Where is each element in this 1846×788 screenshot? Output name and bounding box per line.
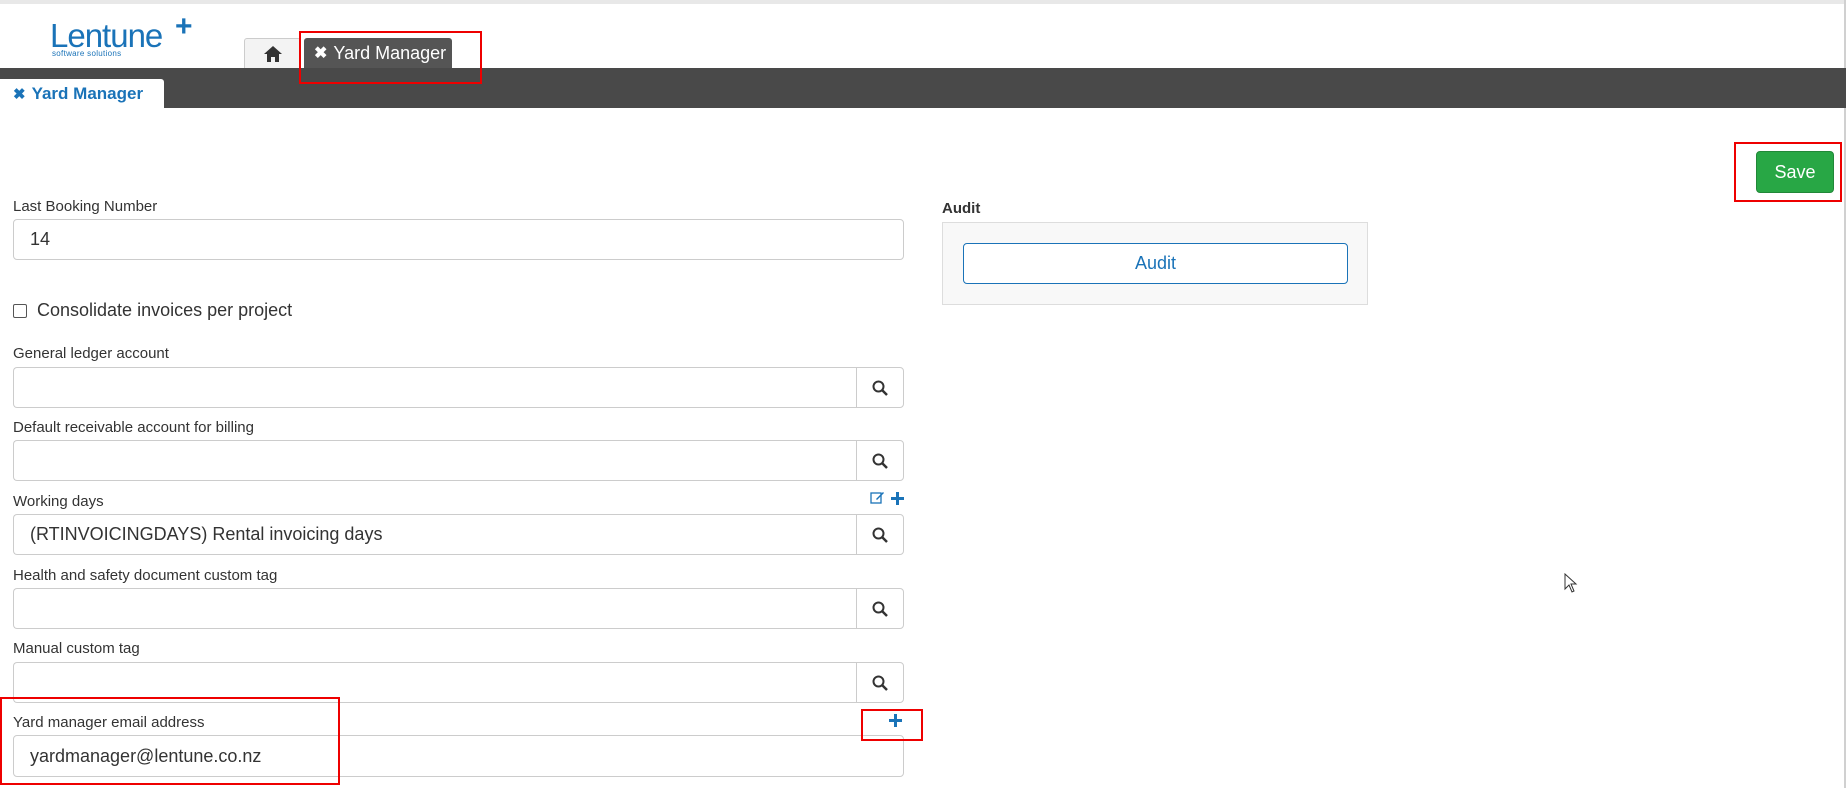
search-icon: [872, 675, 888, 691]
save-button[interactable]: Save: [1756, 151, 1834, 193]
email-label: Yard manager email address: [13, 714, 205, 731]
consolidate-row[interactable]: Consolidate invoices per project: [13, 300, 292, 321]
search-icon: [872, 601, 888, 617]
working-days-label: Working days: [13, 493, 104, 510]
add-icon[interactable]: [891, 491, 904, 505]
gl-input[interactable]: [13, 367, 856, 408]
search-icon: [872, 380, 888, 396]
audit-panel: Audit: [942, 222, 1368, 305]
top-border: [0, 0, 1846, 4]
gl-label: General ledger account: [13, 345, 169, 362]
health-input-group: [13, 588, 904, 629]
logo-subtitle: software solutions: [52, 49, 122, 58]
consolidate-checkbox[interactable]: [13, 303, 27, 318]
working-days-search-button[interactable]: [856, 514, 904, 555]
search-icon: [872, 527, 888, 543]
tab-yard-manager[interactable]: ✖ Yard Manager: [304, 38, 452, 68]
manual-input[interactable]: [13, 662, 856, 703]
last-booking-input[interactable]: 14: [13, 219, 904, 260]
email-input[interactable]: yardmanager@lentune.co.nz: [13, 735, 904, 777]
working-days-actions: [870, 491, 904, 505]
subtab-label: Yard Manager: [31, 83, 144, 103]
health-search-button[interactable]: [856, 588, 904, 629]
health-input[interactable]: [13, 588, 856, 629]
gl-search-button[interactable]: [856, 367, 904, 408]
add-icon[interactable]: [889, 714, 902, 727]
working-days-input-group: (RTINVOICINGDAYS) Rental invoicing days: [13, 514, 904, 555]
receivable-input-group: [13, 440, 904, 481]
logo: Lentune + software solutions: [50, 10, 200, 61]
manual-search-button[interactable]: [856, 662, 904, 703]
audit-button[interactable]: Audit: [963, 243, 1348, 284]
tab-label: Yard Manager: [333, 42, 447, 63]
working-days-input[interactable]: (RTINVOICINGDAYS) Rental invoicing days: [13, 514, 856, 555]
manual-input-group: [13, 662, 904, 703]
health-label: Health and safety document custom tag: [13, 567, 278, 584]
consolidate-label: Consolidate invoices per project: [37, 300, 293, 320]
tab-bar: [0, 68, 1846, 108]
receivable-search-button[interactable]: [856, 440, 904, 481]
mouse-cursor-icon: [1564, 573, 1578, 593]
home-tab[interactable]: [244, 38, 301, 69]
search-icon: [872, 453, 888, 469]
edit-icon[interactable]: [870, 491, 885, 505]
email-actions: [889, 714, 902, 727]
close-icon[interactable]: ✖: [13, 85, 26, 103]
audit-label: Audit: [942, 200, 981, 217]
close-icon[interactable]: ✖: [314, 43, 327, 63]
last-booking-label: Last Booking Number: [13, 198, 158, 215]
home-icon: [263, 46, 282, 62]
gl-input-group: [13, 367, 904, 408]
subtab-yard-manager[interactable]: ✖ Yard Manager: [0, 79, 164, 108]
manual-label: Manual custom tag: [13, 640, 140, 657]
logo-plus-icon: +: [175, 10, 193, 43]
receivable-input[interactable]: [13, 440, 856, 481]
receivable-label: Default receivable account for billing: [13, 419, 254, 436]
